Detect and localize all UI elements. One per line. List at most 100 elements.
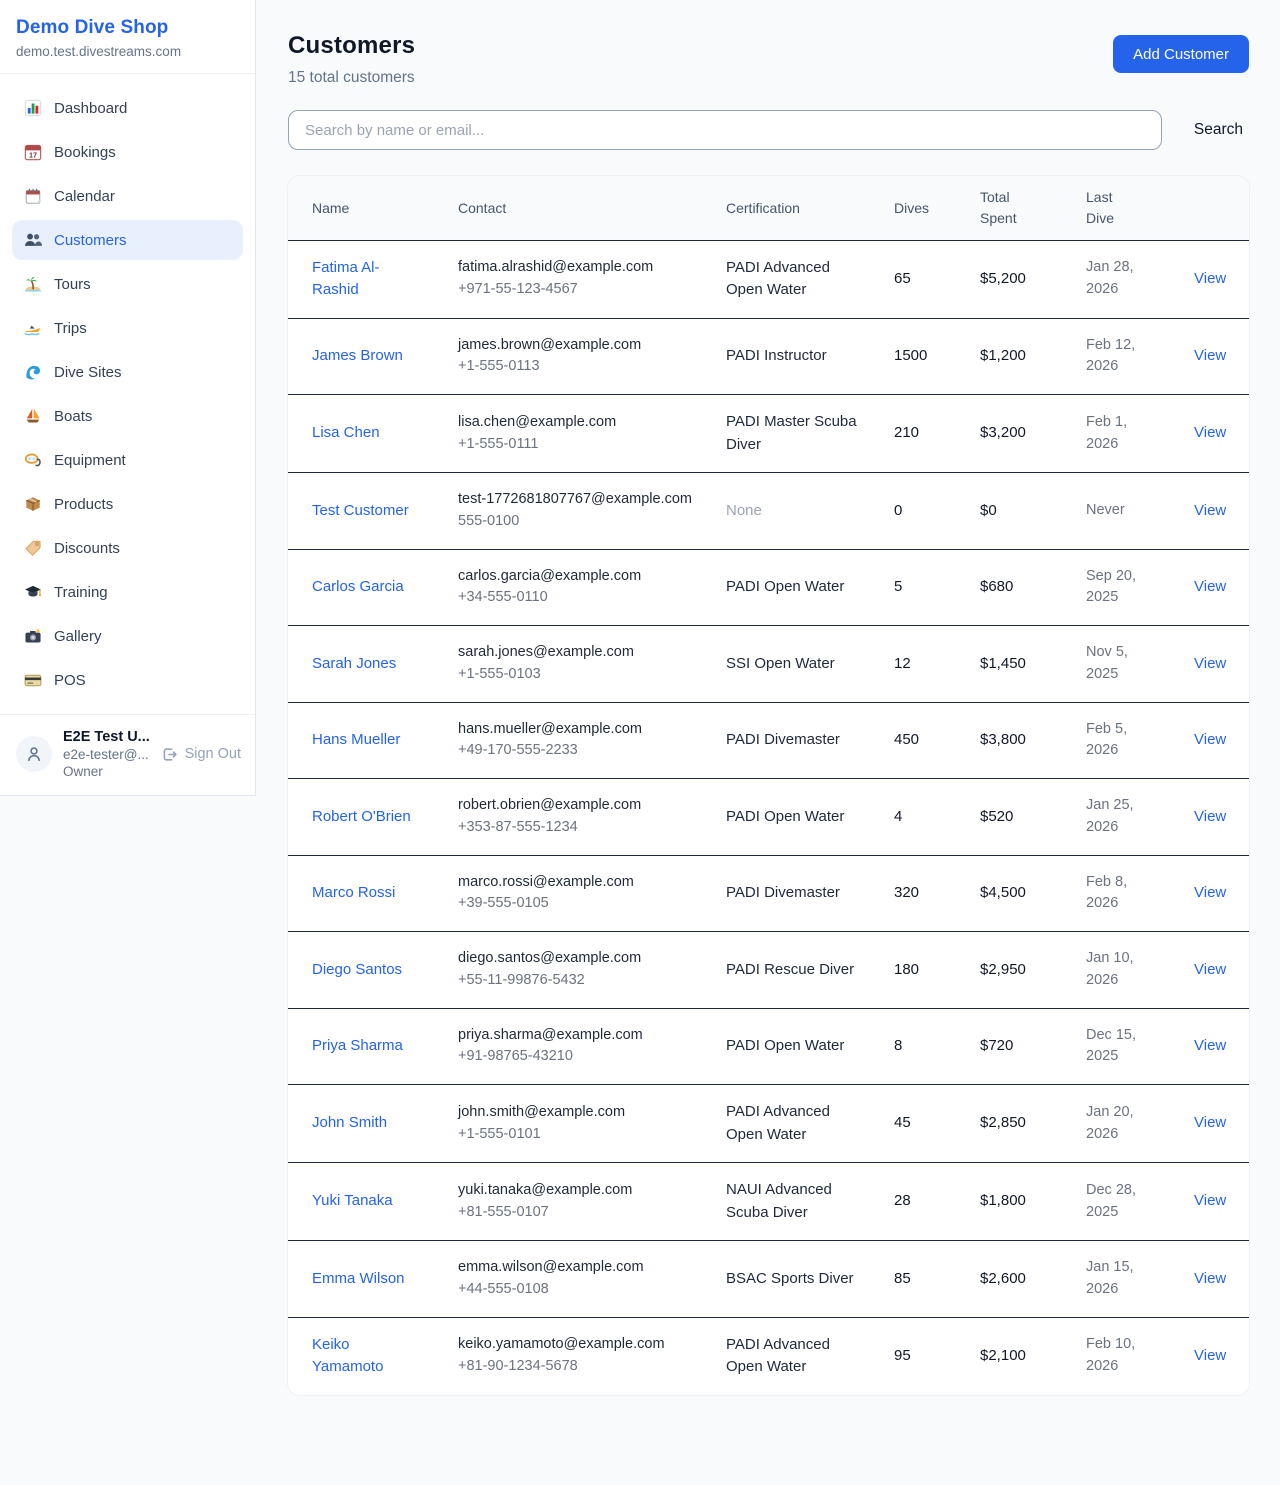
sidebar-item-training[interactable]: Training bbox=[12, 572, 243, 612]
sidebar-item-label: Trips bbox=[54, 320, 87, 337]
customer-email: yuki.tanaka@example.com bbox=[458, 1180, 692, 1202]
customer-email: robert.obrien@example.com bbox=[458, 795, 692, 817]
last-dive-cell: Dec 28, 2025 bbox=[1062, 1163, 1170, 1241]
customer-name-link[interactable]: Marco Rossi bbox=[312, 882, 395, 905]
view-link[interactable]: View bbox=[1194, 731, 1226, 748]
view-link[interactable]: View bbox=[1194, 1192, 1226, 1209]
sidebar-item-calendar[interactable]: Calendar bbox=[12, 176, 243, 216]
view-link[interactable]: View bbox=[1194, 1347, 1226, 1364]
name-cell: Sarah Jones bbox=[288, 626, 434, 703]
customer-name-link[interactable]: Fatima Al-Rashid bbox=[312, 257, 424, 302]
certification-cell: PADI Divemaster bbox=[702, 702, 870, 779]
package-icon bbox=[24, 495, 42, 513]
customer-certification: SSI Open Water bbox=[726, 653, 860, 676]
customer-count: 15 total customers bbox=[288, 69, 415, 87]
view-link[interactable]: View bbox=[1194, 424, 1226, 441]
sidebar-item-products[interactable]: Products bbox=[12, 484, 243, 524]
view-link[interactable]: View bbox=[1194, 347, 1226, 364]
sidebar-item-dashboard[interactable]: Dashboard bbox=[12, 88, 243, 128]
table-row: Fatima Al-Rashidfatima.alrashid@example.… bbox=[288, 240, 1249, 318]
total-spent-cell: $5,200 bbox=[956, 240, 1062, 318]
customer-phone: +44-555-0108 bbox=[458, 1279, 692, 1301]
table-row: John Smith john.smith@example.com+1-555-0… bbox=[288, 1085, 1249, 1163]
sidebar-item-gallery[interactable]: Gallery bbox=[12, 616, 243, 656]
name-cell: James Brown bbox=[288, 318, 434, 395]
contact-cell: james.brown@example.com+1-555-0113 bbox=[434, 318, 702, 395]
sidebar-item-pos[interactable]: POS bbox=[12, 660, 243, 700]
dives-cell: 320 bbox=[870, 855, 956, 932]
view-link[interactable]: View bbox=[1194, 884, 1226, 901]
customer-name-link[interactable]: Test Customer bbox=[312, 500, 409, 523]
certification-cell: PADI Rescue Diver bbox=[702, 932, 870, 1009]
view-link[interactable]: View bbox=[1194, 270, 1226, 287]
sidebar-item-trips[interactable]: Trips bbox=[12, 308, 243, 348]
sidebar-item-bookings[interactable]: 17Bookings bbox=[12, 132, 243, 172]
dives-cell: 45 bbox=[870, 1085, 956, 1163]
view-cell: View bbox=[1170, 1163, 1249, 1241]
customer-name-link[interactable]: Diego Santos bbox=[312, 959, 402, 982]
customer-phone: +1-555-0113 bbox=[458, 356, 692, 378]
column-header-last-dive: Last Dive bbox=[1062, 176, 1170, 240]
customer-name-link[interactable]: Carlos Garcia bbox=[312, 576, 404, 599]
sidebar-item-label: Training bbox=[54, 584, 108, 601]
last-dive-cell: Jan 15, 2026 bbox=[1062, 1241, 1170, 1318]
customer-name-link[interactable]: James Brown bbox=[312, 345, 403, 368]
sidebar-item-dive-sites[interactable]: Dive Sites bbox=[12, 352, 243, 392]
name-cell: Priya Sharma bbox=[288, 1008, 434, 1085]
total-spent-cell: $1,450 bbox=[956, 626, 1062, 703]
table-row: Keiko Yamamotokeiko.yamamoto@example.com… bbox=[288, 1317, 1249, 1395]
customer-name-link[interactable]: Yuki Tanaka bbox=[312, 1190, 393, 1213]
sidebar-item-customers[interactable]: Customers bbox=[12, 220, 243, 260]
table-row: Test Customertest-1772681807767@example.… bbox=[288, 473, 1249, 550]
customer-name-link[interactable]: Robert O'Brien bbox=[312, 806, 411, 829]
customer-email: emma.wilson@example.com bbox=[458, 1257, 692, 1279]
view-link[interactable]: View bbox=[1194, 961, 1226, 978]
sidebar-item-discounts[interactable]: Discounts bbox=[12, 528, 243, 568]
customer-name-link[interactable]: Emma Wilson bbox=[312, 1268, 405, 1291]
view-link[interactable]: View bbox=[1194, 1270, 1226, 1287]
customer-name-link[interactable]: John Smith bbox=[312, 1112, 387, 1135]
last-dive-cell: Sep 20, 2025 bbox=[1062, 549, 1170, 626]
name-cell: Carlos Garcia bbox=[288, 549, 434, 626]
customer-certification: None bbox=[726, 500, 860, 523]
view-link[interactable]: View bbox=[1194, 578, 1226, 595]
view-cell: View bbox=[1170, 855, 1249, 932]
view-link[interactable]: View bbox=[1194, 655, 1226, 672]
column-header-certification: Certification bbox=[702, 176, 870, 240]
contact-cell: john.smith@example.com+1-555-0101 bbox=[434, 1085, 702, 1163]
contact-cell: hans.mueller@example.com+49-170-555-2233 bbox=[434, 702, 702, 779]
people-icon bbox=[24, 231, 42, 249]
customer-name-link[interactable]: Priya Sharma bbox=[312, 1035, 403, 1058]
sidebar-item-tours[interactable]: Tours bbox=[12, 264, 243, 304]
view-cell: View bbox=[1170, 932, 1249, 1009]
customer-name-link[interactable]: Lisa Chen bbox=[312, 422, 380, 445]
customer-name-link[interactable]: Keiko Yamamoto bbox=[312, 1334, 424, 1379]
sidebar-item-label: POS bbox=[54, 672, 86, 689]
sidebar-item-equipment[interactable]: Equipment bbox=[12, 440, 243, 480]
customer-certification: PADI Open Water bbox=[726, 1035, 860, 1058]
view-link[interactable]: View bbox=[1194, 1037, 1226, 1054]
view-link[interactable]: View bbox=[1194, 502, 1226, 519]
view-link[interactable]: View bbox=[1194, 1114, 1226, 1131]
customer-name-link[interactable]: Sarah Jones bbox=[312, 653, 396, 676]
diving-mask-icon bbox=[24, 451, 42, 469]
sign-out-button[interactable]: Sign Out bbox=[161, 746, 241, 763]
dives-cell: 450 bbox=[870, 702, 956, 779]
view-link[interactable]: View bbox=[1194, 808, 1226, 825]
sidebar-item-label: Discounts bbox=[54, 540, 120, 557]
customer-certification: PADI Instructor bbox=[726, 345, 860, 368]
customer-email: john.smith@example.com bbox=[458, 1102, 692, 1124]
svg-text:17: 17 bbox=[29, 151, 37, 160]
customer-phone: +1-555-0111 bbox=[458, 434, 692, 456]
customer-name-link[interactable]: Hans Mueller bbox=[312, 729, 400, 752]
column-header-name: Name bbox=[288, 176, 434, 240]
sidebar-item-boats[interactable]: Boats bbox=[12, 396, 243, 436]
search-button[interactable]: Search bbox=[1188, 121, 1249, 139]
search-input[interactable] bbox=[288, 110, 1162, 150]
view-cell: View bbox=[1170, 549, 1249, 626]
customer-email: diego.santos@example.com bbox=[458, 948, 692, 970]
view-cell: View bbox=[1170, 779, 1249, 856]
name-cell: Fatima Al-Rashid bbox=[288, 240, 434, 318]
customer-phone: +49-170-555-2233 bbox=[458, 740, 692, 762]
add-customer-button[interactable]: Add Customer bbox=[1113, 35, 1249, 73]
